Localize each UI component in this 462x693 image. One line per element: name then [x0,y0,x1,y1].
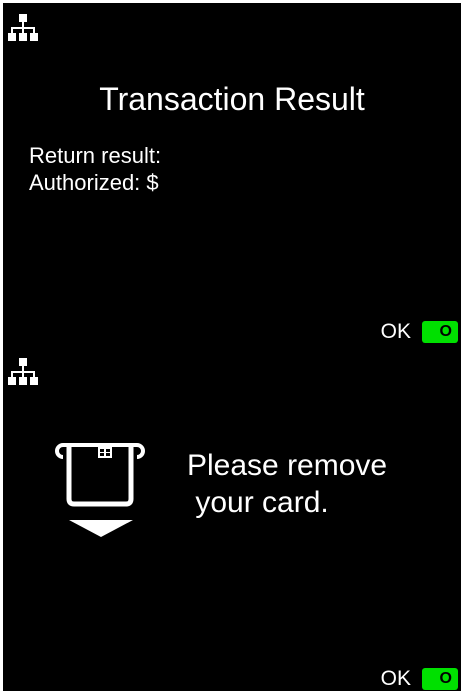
ok-key-indicator[interactable]: O [422,321,458,343]
authorized-amount-line: Authorized: $ [29,170,159,195]
network-icon [8,358,38,385]
ok-label: OK [380,320,411,343]
remove-card-icon [54,443,146,537]
result-details: Return result: Authorized: $ [29,142,161,196]
network-icon [8,14,38,41]
ok-key-indicator[interactable]: O [422,668,458,690]
return-result-line: Return result: [29,143,162,168]
remove-card-screen: Please remove your card. OK O [3,347,461,691]
message-line: your card. [187,486,329,519]
ok-key-glyph: O [439,670,452,687]
transaction-result-screen: Transaction Result Return result: Author… [3,3,461,347]
page-title: Transaction Result [99,81,365,117]
message-line: Please remove [187,449,388,482]
ok-key-glyph: O [439,323,452,340]
remove-card-message: Please remove your card. [187,447,387,521]
ok-label: OK [380,667,411,690]
ok-button[interactable]: OK O [381,319,458,345]
ok-button[interactable]: OK O [381,666,458,691]
